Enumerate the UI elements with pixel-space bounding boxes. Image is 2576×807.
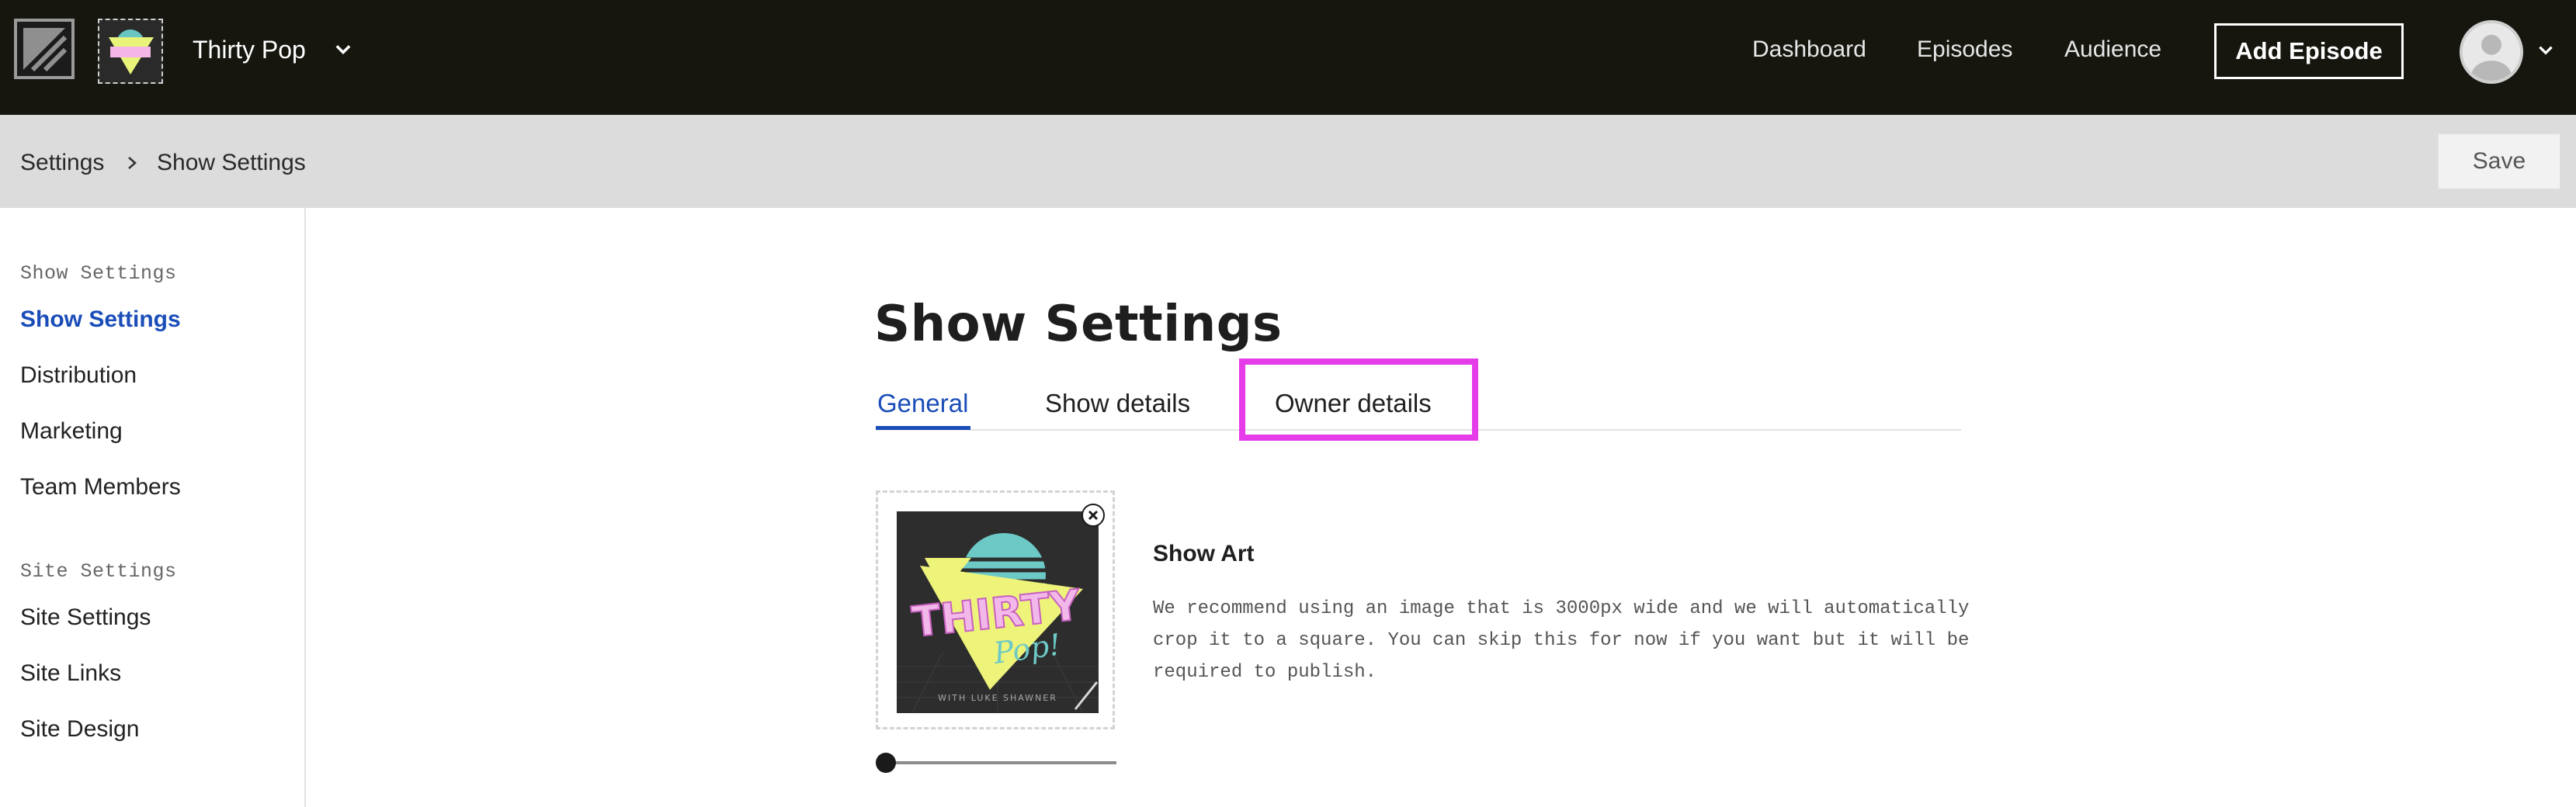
art-zoom-slider-track[interactable] bbox=[885, 761, 1116, 764]
sidebar-heading-show-settings: Show Settings bbox=[20, 262, 177, 285]
nav-dashboard-link[interactable]: Dashboard bbox=[1752, 34, 1866, 65]
sidebar-item-site-design[interactable]: Site Design bbox=[20, 714, 139, 745]
show-art-description: We recommend using an image that is 3000… bbox=[1153, 598, 1970, 683]
chevron-right-icon bbox=[128, 157, 137, 169]
tab-show-details[interactable]: Show details bbox=[1045, 386, 1190, 421]
art-zoom-slider-handle[interactable] bbox=[876, 753, 896, 773]
nav-episodes-link[interactable]: Episodes bbox=[1917, 34, 2012, 65]
show-art-image: THIRTY Pop! WITH LUKE SHAWNER bbox=[897, 511, 1099, 713]
sidebar-item-show-settings[interactable]: Show Settings bbox=[20, 304, 181, 335]
add-episode-button[interactable]: Add Episode bbox=[2214, 23, 2404, 79]
show-name[interactable]: Thirty Pop bbox=[193, 34, 306, 65]
sidebar-item-team-members[interactable]: Team Members bbox=[20, 472, 181, 503]
chevron-down-icon[interactable] bbox=[332, 39, 354, 61]
tab-general[interactable]: General bbox=[877, 386, 968, 421]
chevron-down-icon[interactable] bbox=[2536, 40, 2556, 61]
settings-sidebar: Show Settings Show Settings Distribution… bbox=[0, 208, 306, 807]
show-art-label: Show Art bbox=[1153, 541, 1255, 566]
user-avatar-icon[interactable] bbox=[2460, 20, 2523, 84]
sidebar-item-site-links[interactable]: Site Links bbox=[20, 658, 121, 689]
sidebar-item-site-settings[interactable]: Site Settings bbox=[20, 602, 151, 633]
nav-audience-link[interactable]: Audience bbox=[2064, 34, 2161, 65]
top-navigation-bar: Thirty Pop Dashboard Episodes Audience A… bbox=[0, 0, 2576, 115]
save-button[interactable]: Save bbox=[2438, 133, 2560, 189]
show-art-byline-text: WITH LUKE SHAWNER bbox=[938, 693, 1057, 703]
sidebar-heading-site-settings: Site Settings bbox=[20, 560, 177, 583]
breadcrumb-bar: Settings Show Settings Save bbox=[0, 115, 2576, 208]
close-icon bbox=[1088, 510, 1099, 521]
tab-owner-details[interactable]: Owner details bbox=[1275, 386, 1432, 421]
breadcrumb-settings[interactable]: Settings bbox=[20, 147, 104, 178]
sidebar-item-marketing[interactable]: Marketing bbox=[20, 416, 123, 447]
show-art-dropzone[interactable]: THIRTY Pop! WITH LUKE SHAWNER bbox=[876, 490, 1115, 729]
active-tab-indicator bbox=[876, 426, 970, 430]
brand-logo-icon[interactable] bbox=[14, 19, 75, 79]
breadcrumb-show-settings: Show Settings bbox=[157, 150, 306, 175]
show-thumbnail[interactable] bbox=[98, 19, 163, 84]
sidebar-item-distribution[interactable]: Distribution bbox=[20, 360, 137, 391]
page-title: Show Settings bbox=[874, 296, 1283, 353]
remove-art-button[interactable] bbox=[1081, 504, 1105, 527]
